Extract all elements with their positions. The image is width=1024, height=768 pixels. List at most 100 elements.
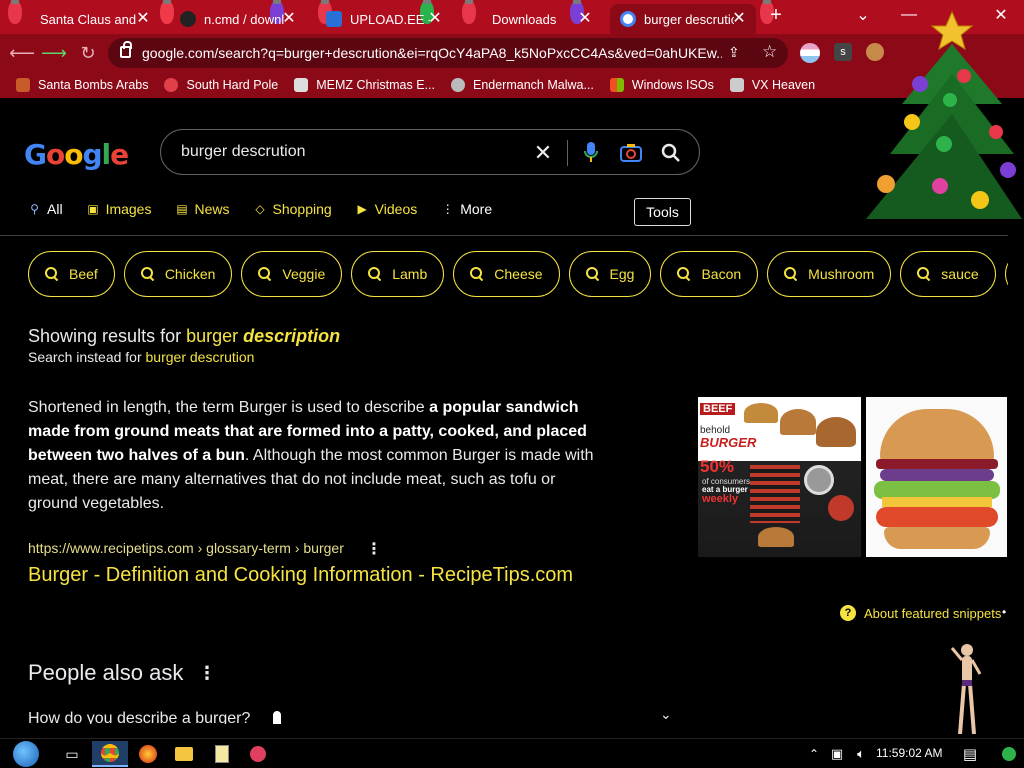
tab-upload-ee[interactable]: UPLOAD.EE - e ✕ xyxy=(316,4,452,34)
chip-label: Veggie xyxy=(282,266,326,282)
tools-button[interactable]: Tools xyxy=(634,198,691,226)
start-button[interactable] xyxy=(6,741,46,767)
bookmark-memz[interactable]: MEMZ Christmas E... xyxy=(294,78,435,92)
about-featured-snippets[interactable]: ? About featured snippets xyxy=(840,605,1001,621)
bookmark-label: MEMZ Christmas E... xyxy=(316,78,435,92)
corrected-query-bold[interactable]: description xyxy=(243,326,340,346)
tab-videos[interactable]: ▶ Videos xyxy=(356,201,418,217)
result-cite-url[interactable]: https://www.recipetips.com › glossary-te… xyxy=(28,540,344,556)
chip-sauce[interactable]: sauce xyxy=(900,251,996,297)
network-icon[interactable]: ▣ xyxy=(826,741,848,767)
tab-label: All xyxy=(47,201,63,217)
refinement-chips: Beef Chicken Veggie Lamb Cheese Egg Baco… xyxy=(28,251,1024,297)
task-view-button[interactable]: ▭ xyxy=(54,741,90,767)
clear-search-icon[interactable]: ✕ xyxy=(530,140,556,166)
chip-beef[interactable]: Beef xyxy=(28,251,115,297)
tab-santa-claus[interactable]: Santa Claus and ✕ xyxy=(30,4,160,34)
reload-button[interactable]: ↻ xyxy=(76,41,100,65)
share-icon[interactable]: ⇪ xyxy=(728,44,740,61)
profile-avatar[interactable] xyxy=(800,43,820,63)
close-tab-icon[interactable]: ✕ xyxy=(426,9,444,27)
google-logo[interactable]: Google xyxy=(24,138,129,171)
memz-icon xyxy=(294,78,309,92)
notification-app-icon[interactable] xyxy=(996,741,1022,767)
about-label: About featured snippets xyxy=(864,605,1002,621)
taskbar-file-explorer[interactable] xyxy=(166,741,202,767)
search-box[interactable]: burger descrution ✕ xyxy=(160,129,700,175)
paa-question[interactable]: How do you describe a burger? xyxy=(28,710,250,724)
bookmark-label: Santa Bombs Arabs xyxy=(38,78,149,92)
extension-icon[interactable]: s xyxy=(834,43,852,61)
tab-all[interactable]: ⚲ All xyxy=(28,201,63,217)
taskbar-firefox[interactable] xyxy=(130,741,166,767)
url-text[interactable]: google.com/search?q=burger+descrution&ei… xyxy=(142,45,722,61)
chip-label: Bacon xyxy=(701,266,742,282)
tab-downloads[interactable]: Downloads ✕ xyxy=(482,4,602,34)
chip-mushroom[interactable]: Mushroom xyxy=(767,251,892,297)
bookmark-vx-heaven[interactable]: VX Heaven xyxy=(729,78,816,92)
action-center-icon[interactable]: ▤ xyxy=(956,741,984,767)
chip-label: sauce xyxy=(941,266,979,282)
snippet-part1: Shortened in length, the term Burger is … xyxy=(28,399,430,416)
infographic-stat-line3: weekly xyxy=(702,493,739,505)
chip-veggie[interactable]: Veggie xyxy=(241,251,343,297)
windows-logo-icon xyxy=(609,78,624,92)
bookmark-label: VX Heaven xyxy=(751,78,816,92)
tab-more[interactable]: ⋮ More xyxy=(441,201,492,217)
search-icon xyxy=(917,267,931,281)
windows-orb-icon xyxy=(13,741,39,767)
back-button[interactable]: ⟵ xyxy=(9,41,35,65)
spelling-correction: Showing results for burger description xyxy=(28,326,340,347)
close-tab-icon[interactable]: ✕ xyxy=(730,9,748,27)
chip-label: Chicken xyxy=(164,266,216,282)
taskbar-notepad[interactable] xyxy=(204,741,240,767)
show-hidden-icons-chevron-icon[interactable]: ⌃ xyxy=(804,741,824,767)
search-input[interactable]: burger descrution xyxy=(181,143,306,161)
result-title-link[interactable]: Burger - Definition and Cooking Informat… xyxy=(28,564,573,587)
bookmark-endermanch[interactable]: Endermanch Malwa... xyxy=(450,78,594,92)
burger-photo-image[interactable] xyxy=(866,397,1007,557)
search-icon xyxy=(140,267,155,281)
tab-burger-descrution[interactable]: burger descrutio ✕ xyxy=(610,4,756,34)
chip-chicken[interactable]: Chicken xyxy=(123,251,233,297)
corrected-query-word[interactable]: burger xyxy=(186,326,243,346)
search-divider xyxy=(567,140,568,166)
feedback-dot-icon[interactable]: • xyxy=(1002,605,1006,619)
close-tab-icon[interactable]: ✕ xyxy=(134,9,152,27)
bookmark-windows-isos[interactable]: Windows ISOs xyxy=(609,78,714,92)
taskbar-chrome[interactable] xyxy=(92,741,128,767)
close-tab-icon[interactable]: ✕ xyxy=(576,9,594,27)
result-more-icon[interactable]: ⋮ xyxy=(366,539,382,559)
search-icon[interactable] xyxy=(658,140,684,166)
volume-icon[interactable]: 🔈︎ xyxy=(850,741,872,767)
tab-shopping[interactable]: ◇ Shopping xyxy=(254,201,331,217)
upload-ee-icon xyxy=(326,11,342,27)
paa-more-icon[interactable]: ⋮ xyxy=(198,663,216,684)
chip-bacon[interactable]: Bacon xyxy=(660,251,759,297)
tab-images[interactable]: ▣ Images xyxy=(87,201,151,217)
chip-lamb[interactable]: Lamb xyxy=(351,251,445,297)
close-tab-icon[interactable]: ✕ xyxy=(280,9,298,27)
tab-news[interactable]: ▤ News xyxy=(175,201,229,217)
news-icon: ▤ xyxy=(176,202,188,216)
burger-infographic-image[interactable]: BEEF behold BURGER 50% of consumers eat … xyxy=(698,397,861,557)
search-icon: ⚲ xyxy=(30,202,39,216)
bookmark-star-icon[interactable]: ☆ xyxy=(762,42,777,62)
google-icon xyxy=(620,11,636,27)
bookmark-santa-bombs[interactable]: Santa Bombs Arabs xyxy=(16,78,148,92)
new-tab-button[interactable]: + xyxy=(756,0,796,30)
bookmark-south-hard-pole[interactable]: South Hard Pole xyxy=(164,78,278,92)
address-bar[interactable]: google.com/search?q=burger+descrution&ei… xyxy=(108,38,788,68)
chevron-down-icon[interactable]: ⌄ xyxy=(660,706,672,723)
tab-ncmd[interactable]: n.cmd / downl ✕ xyxy=(170,4,306,34)
camera-search-icon[interactable] xyxy=(618,140,644,166)
infographic-burger-label: BURGER xyxy=(700,435,757,450)
search-icon xyxy=(45,267,59,281)
system-clock[interactable]: 11:59:02 AM xyxy=(876,746,943,760)
chip-egg[interactable]: Egg xyxy=(568,251,652,297)
original-query-link[interactable]: burger descrution xyxy=(146,349,255,365)
chip-cheese[interactable]: Cheese xyxy=(453,251,560,297)
microphone-icon[interactable] xyxy=(578,140,604,166)
taskbar-app[interactable] xyxy=(240,741,276,767)
forward-button[interactable]: ⟶ xyxy=(41,41,67,65)
